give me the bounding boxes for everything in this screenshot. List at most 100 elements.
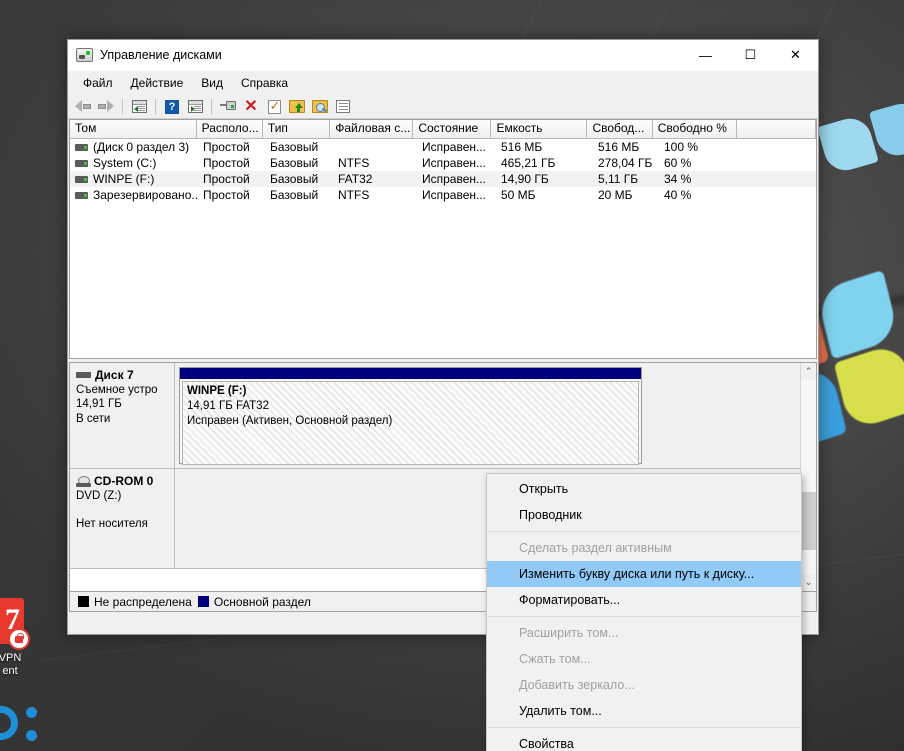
disk-status: В сети	[76, 412, 111, 425]
close-button[interactable]: ✕	[773, 40, 818, 71]
list-view-icon[interactable]	[332, 97, 354, 117]
lock-icon	[8, 628, 30, 650]
context-menu-item-add-mirror: Добавить зеркало...	[519, 678, 635, 692]
blue-dot-icon	[26, 730, 37, 741]
context-menu: Открыть Проводник Сделать раздел активны…	[486, 473, 802, 751]
column-header-capacity[interactable]: Емкость	[491, 120, 588, 139]
column-header-filesystem[interactable]: Файловая с...	[330, 120, 414, 139]
menu-item-action[interactable]: Действие	[122, 73, 193, 93]
cell-type: Базовый	[270, 156, 319, 170]
export-icon[interactable]	[286, 97, 308, 117]
scroll-down-arrow[interactable]: ⌄	[801, 574, 816, 591]
menu-bar: Файл Действие Вид Справка	[68, 71, 818, 95]
table-row[interactable]: WINPE (F:) Простой Базовый FAT32 Исправе…	[70, 171, 816, 187]
cell-status: Исправен...	[422, 156, 487, 170]
cell-freespace: 20 МБ	[598, 188, 633, 202]
disk-management-icon	[76, 48, 93, 62]
legend-label: Не распределена	[94, 594, 192, 609]
context-menu-item-delete-volume[interactable]: Удалить том...	[487, 698, 801, 724]
cd-rom-icon	[76, 475, 91, 487]
context-menu-item-open[interactable]: Открыть	[487, 476, 801, 502]
column-header-volume[interactable]: Том	[70, 120, 197, 139]
volume-list-header: Том Располо... Тип Файловая с... Состоян…	[70, 120, 816, 139]
column-header-status[interactable]: Состояние	[413, 120, 492, 139]
column-header-type[interactable]: Тип	[262, 120, 331, 139]
cell-capacity: 50 МБ	[501, 188, 536, 202]
table-row[interactable]: System (C:) Простой Базовый NTFS Исправе…	[70, 155, 816, 171]
disk-row-0[interactable]: Диск 7 Съемное устро 14,91 ГБ В сети WIN…	[70, 363, 800, 469]
toolbar-separator	[155, 98, 156, 115]
disk-management-window: Управление дисками — ☐ ✕ Файл Действие В…	[67, 39, 819, 751]
context-menu-item-explore[interactable]: Проводник	[487, 502, 801, 528]
minimize-button[interactable]: —	[683, 40, 728, 71]
cell-freepercent: 40 %	[664, 188, 692, 202]
menu-item-help[interactable]: Справка	[232, 73, 297, 93]
scrollbar-track[interactable]	[801, 380, 816, 574]
cell-filesystem: FAT32	[338, 172, 373, 186]
context-menu-item-format[interactable]: Форматировать...	[487, 587, 801, 613]
disk-title: CD-ROM 0	[76, 474, 170, 489]
volume-list-body: (Диск 0 раздел 3) Простой Базовый Исправ…	[70, 139, 816, 358]
cell-status: Исправен...	[422, 188, 487, 202]
help-icon[interactable]: ?	[161, 97, 183, 117]
volume-icon	[75, 192, 88, 200]
cell-freespace: 5,11 ГБ	[598, 172, 639, 186]
disk-info-1[interactable]: CD-ROM 0 DVD (Z:) Нет носителя	[70, 469, 175, 568]
cell-capacity: 14,90 ГБ	[501, 172, 549, 186]
cell-type: Базовый	[270, 188, 319, 202]
toolbar: ? ✕	[68, 95, 818, 119]
toolbar-separator	[122, 98, 123, 115]
cell-status: Исправен...	[422, 140, 487, 154]
context-menu-item-shrink-volume: Сжать том...	[519, 652, 591, 666]
scrollbar-thumb[interactable]	[801, 492, 816, 550]
legend-item-primary: Основной раздел	[197, 595, 311, 609]
connect-disk-icon[interactable]	[217, 97, 239, 117]
disk-info-0[interactable]: Диск 7 Съемное устро 14,91 ГБ В сети	[70, 363, 175, 468]
context-menu-item-change-drive-letter[interactable]: Изменить букву диска или путь к диску...	[487, 561, 801, 587]
cell-freepercent: 100 %	[664, 140, 699, 154]
show-console-tree-icon[interactable]	[128, 97, 150, 117]
windows-logo-accent	[816, 97, 904, 233]
context-menu-separator	[489, 616, 799, 617]
title-bar[interactable]: Управление дисками — ☐ ✕	[68, 40, 818, 71]
cell-volume: Зарезервировано...	[70, 188, 198, 202]
menu-item-view[interactable]: Вид	[192, 73, 232, 93]
show-action-pane-icon[interactable]	[184, 97, 206, 117]
column-header-extra[interactable]	[736, 120, 816, 139]
disk-graphic-0: WINPE (F:) 14,91 ГБ FAT32 Исправен (Акти…	[175, 363, 800, 468]
column-header-freespace[interactable]: Свобод...	[587, 120, 653, 139]
hard-disk-icon	[76, 372, 91, 379]
cell-freepercent: 60 %	[664, 156, 692, 170]
volume-icon	[75, 160, 88, 168]
properties-icon[interactable]	[263, 97, 285, 117]
back-icon[interactable]	[72, 97, 94, 117]
disk-type: Съемное устро	[76, 383, 158, 396]
search-icon[interactable]	[309, 97, 331, 117]
partition-state: Исправен (Активен, Основной раздел)	[187, 415, 393, 427]
legend-item-unallocated: Не распределена	[78, 595, 192, 609]
table-row[interactable]: (Диск 0 раздел 3) Простой Базовый Исправ…	[70, 139, 816, 155]
menu-item-file[interactable]: Файл	[74, 73, 122, 93]
scroll-up-arrow[interactable]: ⌃	[801, 363, 816, 380]
blue-circle-icon[interactable]	[0, 706, 18, 740]
delete-icon[interactable]: ✕	[240, 97, 262, 117]
context-menu-item-properties[interactable]: Свойства	[487, 731, 801, 751]
forward-icon[interactable]	[95, 97, 117, 117]
column-header-freepercent[interactable]: Свободно %	[652, 120, 737, 139]
disk-spacer	[76, 503, 170, 517]
disk-title: Диск 7	[76, 368, 170, 383]
disk-type: DVD (Z:)	[76, 489, 122, 502]
cell-volume-label: Зарезервировано...	[93, 188, 198, 202]
column-header-layout[interactable]: Располо...	[196, 120, 263, 139]
disk-panel-scrollbar[interactable]: ⌃ ⌄	[800, 363, 816, 591]
context-menu-separator	[489, 727, 799, 728]
partition-winpe[interactable]: WINPE (F:) 14,91 ГБ FAT32 Исправен (Акти…	[179, 367, 642, 465]
desktop-background: 7 VPN ent Управление дисками — ☐ ✕ Файл Д…	[0, 0, 904, 751]
cell-volume-label: (Диск 0 раздел 3)	[93, 140, 190, 154]
legend-swatch	[78, 596, 89, 607]
cell-volume: (Диск 0 раздел 3)	[70, 140, 198, 154]
cell-freespace: 278,04 ГБ	[598, 156, 653, 170]
maximize-button[interactable]: ☐	[728, 40, 773, 71]
table-row[interactable]: Зарезервировано... Простой Базовый NTFS …	[70, 187, 816, 203]
disk-title-label: Диск 7	[95, 368, 134, 382]
